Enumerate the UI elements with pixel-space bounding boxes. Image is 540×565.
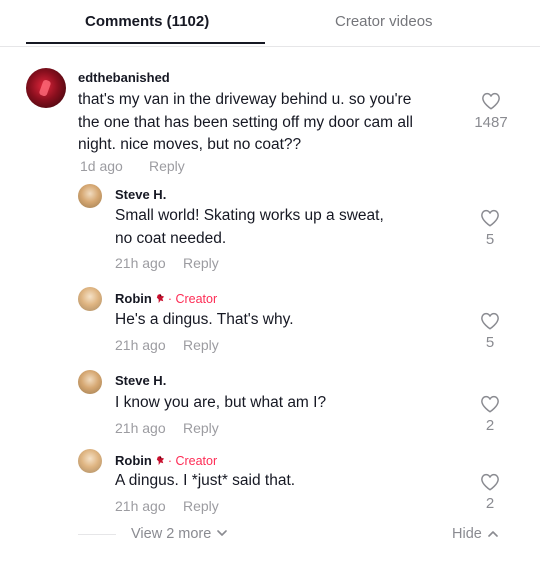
main-comment-like-button[interactable]: 1487	[472, 92, 510, 131]
view-more-replies-button[interactable]: View 2 more	[131, 526, 228, 542]
reply-line: He's a dingus. That's why.	[115, 311, 294, 328]
reply-text: I know you are, but what am I?	[115, 392, 326, 415]
reply-time: 21h ago	[115, 337, 166, 353]
reply-like-count: 5	[485, 334, 495, 351]
view-more-label: View 2 more	[131, 526, 212, 542]
reply-text: A dingus. I *just* said that.	[115, 470, 295, 493]
reply-button[interactable]: Reply	[183, 337, 219, 353]
reply-username-text[interactable]: Steve H.	[115, 373, 166, 388]
cardinal-bird-icon	[156, 455, 164, 466]
reply-line: A dingus. I *just* said that.	[115, 472, 296, 489]
reply-username: Steve H.	[115, 373, 166, 388]
reply-line: I know you are, but what am I?	[115, 394, 327, 411]
reply-username: Steve H.	[115, 187, 166, 202]
main-comment-username[interactable]: edthebanished	[78, 70, 170, 85]
reply-like-button[interactable]: 2	[472, 473, 508, 512]
reply-time: 21h ago	[115, 498, 166, 514]
reply-time: 21h ago	[115, 420, 166, 436]
avatar-edthebanished[interactable]	[26, 68, 66, 108]
reply-button[interactable]: Reply	[183, 420, 219, 436]
heart-outline-icon	[482, 92, 500, 110]
heart-outline-icon	[481, 395, 499, 413]
reply-like-button[interactable]: 2	[472, 395, 508, 434]
main-comment-line: that's my van in the driveway behind u. …	[78, 91, 412, 108]
avatar-robin[interactable]	[78, 287, 102, 311]
heart-outline-icon	[481, 473, 499, 491]
reply-button[interactable]: Reply	[183, 498, 219, 514]
main-comment-text: that's my van in the driveway behind u. …	[78, 89, 413, 157]
main-comment-time: 1d ago	[80, 158, 123, 174]
creator-badge: · Creator	[167, 292, 218, 306]
reply-button[interactable]: Reply	[183, 255, 219, 271]
avatar-steve-h[interactable]	[78, 370, 102, 394]
main-comment-like-count: 1487	[474, 114, 508, 131]
reply-time: 21h ago	[115, 255, 166, 271]
reply-username-text[interactable]: Robin	[115, 453, 152, 468]
reply-text: Small world! Skating works up a sweat, n…	[115, 205, 384, 250]
main-comment-reply-button[interactable]: Reply	[149, 158, 185, 174]
cardinal-bird-icon	[156, 293, 164, 304]
reply-text: He's a dingus. That's why.	[115, 309, 294, 332]
thread-divider	[78, 534, 116, 535]
reply-like-button[interactable]: 5	[472, 209, 508, 248]
heart-outline-icon	[481, 312, 499, 330]
comment-tabs: Comments (1102) Creator videos	[0, 0, 540, 47]
creator-badge: · Creator	[167, 454, 218, 468]
main-comment-line: night. nice moves, but no coat??	[78, 136, 302, 153]
heart-outline-icon	[481, 209, 499, 227]
active-tab-indicator	[26, 42, 265, 44]
avatar-steve-h[interactable]	[78, 184, 102, 208]
reply-like-button[interactable]: 5	[472, 312, 508, 351]
reply-line: Small world! Skating works up a sweat,	[115, 207, 384, 224]
chevron-up-icon	[488, 531, 498, 537]
hide-replies-button[interactable]: Hide	[452, 526, 498, 542]
chevron-down-icon	[217, 530, 228, 536]
reply-username: Robin · Creator	[115, 453, 217, 468]
reply-username-text[interactable]: Robin	[115, 291, 152, 306]
reply-username: Robin · Creator	[115, 291, 217, 306]
hide-label: Hide	[452, 526, 482, 542]
tab-creator-videos[interactable]: Creator videos	[335, 13, 433, 30]
reply-line: no coat needed.	[115, 229, 227, 247]
main-comment-line: the one that has been setting off my doo…	[78, 113, 413, 131]
reply-username-text[interactable]: Steve H.	[115, 187, 166, 202]
reply-like-count: 2	[485, 495, 495, 512]
tab-comments[interactable]: Comments (1102)	[85, 13, 209, 30]
reply-like-count: 5	[485, 231, 495, 248]
reply-like-count: 2	[485, 417, 495, 434]
avatar-robin[interactable]	[78, 449, 102, 473]
